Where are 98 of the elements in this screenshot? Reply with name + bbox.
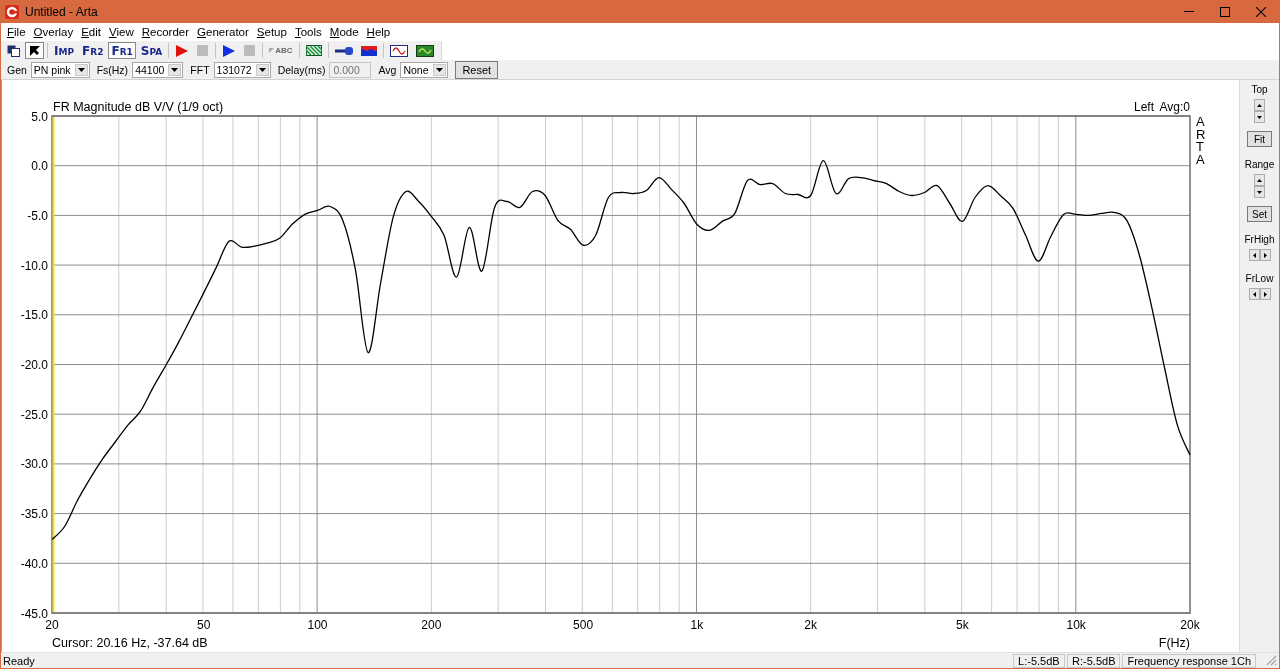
- pointer-button[interactable]: [25, 42, 44, 59]
- panel-button[interactable]: Set: [1247, 206, 1272, 222]
- field-label: Fs(Hz): [96, 63, 129, 76]
- maximize-icon: [1220, 6, 1230, 17]
- menu-item[interactable]: Overlay: [29, 24, 78, 40]
- band-icon: [360, 45, 377, 56]
- x-tick-label: 2k: [804, 618, 817, 632]
- left-arrow-icon: [1252, 291, 1256, 297]
- field-label: Gen: [7, 63, 27, 76]
- menu-item[interactable]: Recorder: [137, 24, 194, 40]
- left-arrow-icon: [1252, 252, 1256, 258]
- minimize-icon: [1184, 11, 1194, 12]
- dropdown-arrow-icon: [171, 67, 179, 72]
- close-icon: [1256, 6, 1266, 17]
- menu-item[interactable]: Generator: [193, 24, 253, 40]
- spin-left-button[interactable]: [1248, 288, 1260, 300]
- y-tick-label: 5.0: [31, 109, 48, 124]
- panel-button[interactable]: Fit: [1247, 131, 1272, 147]
- panel-label: FrLow: [1245, 272, 1274, 285]
- x-tick-label: 50: [197, 618, 211, 632]
- spin-left-button[interactable]: [1248, 249, 1260, 261]
- probe-icon: [334, 46, 353, 55]
- field-label: Delay(ms): [277, 63, 326, 76]
- x-tick-label: 20k: [1180, 618, 1200, 632]
- dropdown[interactable]: None: [400, 61, 449, 78]
- status-text: Ready: [2, 654, 36, 667]
- app-logo-icon: [5, 4, 19, 19]
- x-tick-label: 100: [307, 618, 328, 632]
- cursor-readout: Cursor: 20.16 Hz, -37.64 dB: [52, 636, 208, 650]
- spin-up-button[interactable]: [1254, 99, 1265, 111]
- y-tick-label: -20.0: [20, 358, 48, 372]
- stop-icon: [197, 45, 209, 56]
- menu-item[interactable]: View: [105, 24, 138, 40]
- y-tick-label: -25.0: [20, 407, 48, 422]
- mode-button[interactable]: FR2: [79, 42, 107, 59]
- spin-right-button[interactable]: [1259, 288, 1271, 300]
- down-arrow-icon: [1257, 115, 1262, 119]
- dropdown[interactable]: 44100: [132, 61, 184, 78]
- right-arrow-icon: [1263, 252, 1267, 258]
- y-tick-label: -35.0: [20, 507, 48, 522]
- brand-text: ARTA: [1196, 114, 1206, 167]
- window-title: Untitled - Arta: [25, 4, 98, 19]
- stop-icon: [244, 45, 256, 56]
- x-axis-title: F(Hz): [1158, 636, 1190, 650]
- field-label: FFT: [190, 63, 210, 76]
- status-panel: L:-5.5dB: [1013, 653, 1066, 668]
- y-tick-label: -40.0: [20, 556, 48, 571]
- dropdown[interactable]: PN pink: [30, 61, 90, 78]
- spin-down-button[interactable]: [1254, 186, 1265, 198]
- y-tick-label: -15.0: [20, 308, 48, 323]
- right-arrow-icon: [1263, 291, 1267, 297]
- spin-up-button[interactable]: [1254, 174, 1265, 186]
- up-arrow-icon: [1257, 103, 1262, 107]
- dropdown[interactable]: 131072: [213, 61, 271, 78]
- menu-item[interactable]: Edit: [77, 24, 105, 40]
- x-tick-label: 5k: [956, 618, 969, 632]
- y-tick-label: -10.0: [20, 258, 48, 273]
- up-arrow-icon: [1257, 178, 1262, 182]
- x-tick-label: 1k: [690, 618, 704, 632]
- y-tick-label: -45.0: [20, 606, 48, 621]
- dropdown-arrow-icon: [436, 67, 444, 72]
- menu-item[interactable]: Help: [362, 24, 395, 40]
- spin-right-button[interactable]: [1259, 249, 1271, 261]
- mode-button[interactable]: FR1: [108, 42, 136, 59]
- x-tick-label: 10k: [1066, 618, 1086, 632]
- menu-item[interactable]: File: [3, 24, 30, 40]
- y-tick-label: -5.0: [27, 208, 48, 223]
- status-panel: Frequency response 1Ch: [1122, 653, 1256, 668]
- field-label: Avg: [378, 63, 397, 76]
- average-label: Avg:0: [1159, 100, 1190, 114]
- menu-item[interactable]: Mode: [325, 24, 363, 40]
- panel-label: FrHigh: [1244, 233, 1275, 246]
- dropdown-arrow-icon: [258, 67, 266, 72]
- down-arrow-icon: [1257, 190, 1262, 194]
- hatched-box-icon: [305, 45, 322, 56]
- chart-title: FR Magnitude dB V/V (1/9 oct): [53, 100, 224, 114]
- panel-label: Range: [1244, 158, 1275, 171]
- menu-item[interactable]: Tools: [290, 24, 326, 40]
- y-tick-label: -30.0: [20, 457, 48, 472]
- x-tick-label: 500: [573, 618, 594, 632]
- triangle-icon: [269, 48, 275, 53]
- dropdown-arrow-icon: [77, 67, 85, 72]
- status-panel: R:-5.5dB: [1067, 653, 1121, 668]
- mode-button[interactable]: SPA: [137, 42, 166, 59]
- panel-label: Top: [1251, 83, 1268, 96]
- x-tick-label: 20: [45, 618, 59, 632]
- y-tick-label: 0.0: [31, 159, 48, 174]
- sine-wave-icon: [389, 44, 408, 57]
- menu-item[interactable]: Setup: [252, 24, 291, 40]
- spin-down-button[interactable]: [1254, 111, 1265, 123]
- pointer-icon: [29, 45, 40, 56]
- mode-button[interactable]: IMP: [51, 42, 78, 59]
- pages-icon: [7, 44, 20, 57]
- resize-grip-icon: [1266, 655, 1277, 666]
- reset-button[interactable]: Reset: [455, 60, 499, 79]
- x-tick-label: 200: [421, 618, 442, 632]
- oscilloscope-icon: [415, 44, 434, 57]
- channel-label: Left: [1134, 100, 1154, 114]
